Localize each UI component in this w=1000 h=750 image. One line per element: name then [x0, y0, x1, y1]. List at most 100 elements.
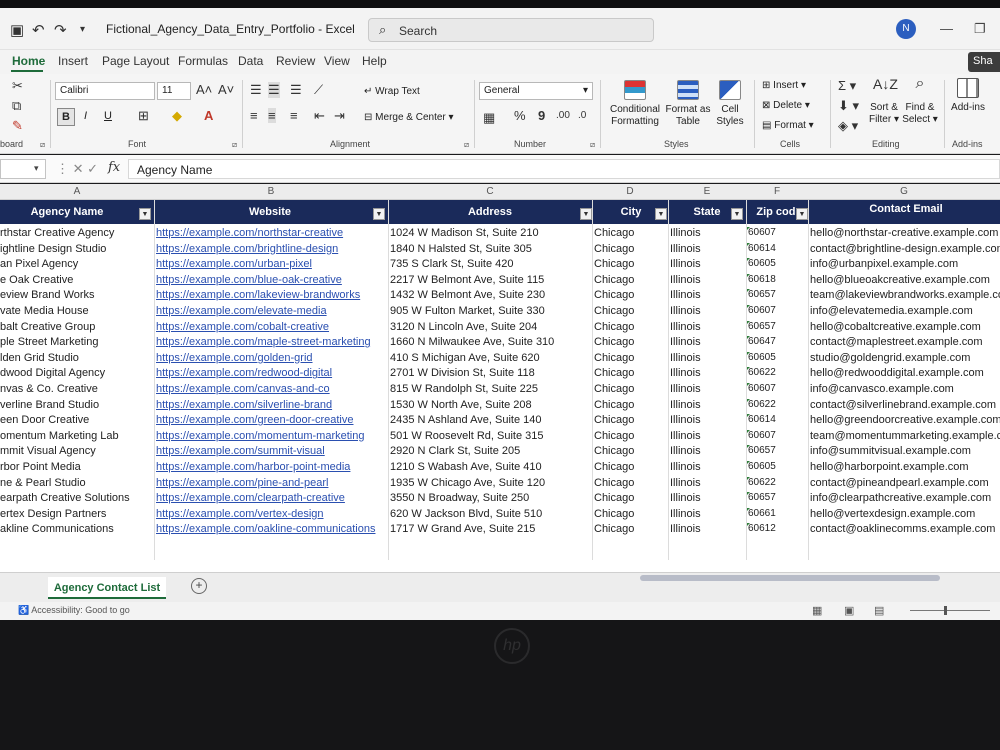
cell-state[interactable]: Illinois: [670, 336, 748, 348]
fill-color-icon[interactable]: ◆: [172, 108, 182, 124]
share-button[interactable]: Sha: [968, 52, 1000, 72]
bold-button[interactable]: B: [57, 108, 75, 126]
column-header-c[interactable]: C: [388, 186, 592, 197]
add-sheet-icon[interactable]: +: [191, 578, 207, 594]
search-input[interactable]: ⌕ Search: [368, 18, 654, 42]
cell-zip-code[interactable]: 60622: [748, 399, 810, 410]
cell-contact-email[interactable]: hello@vertexdesign.example.com: [810, 508, 1000, 520]
clipboard-launcher-icon[interactable]: ⧄: [40, 140, 45, 150]
cell-city[interactable]: Chicago: [594, 477, 670, 489]
increase-indent-icon[interactable]: ⇥: [334, 108, 345, 124]
cell-agency-name[interactable]: verline Brand Studio: [0, 399, 152, 411]
cell-agency-name[interactable]: vate Media House: [0, 305, 152, 317]
cell-address[interactable]: 905 W Fulton Market, Suite 330: [390, 305, 594, 317]
undo-icon[interactable]: ↶: [32, 21, 45, 39]
cell-state[interactable]: Illinois: [670, 492, 748, 504]
number-launcher-icon[interactable]: ⧄: [590, 140, 595, 150]
tab-page-layout[interactable]: Page Layout: [102, 54, 169, 68]
cell-city[interactable]: Chicago: [594, 508, 670, 520]
chevron-down-icon[interactable]: ▾: [34, 163, 39, 174]
column-header-e[interactable]: E: [668, 186, 746, 197]
cell-state[interactable]: Illinois: [670, 274, 748, 286]
align-middle-icon[interactable]: ☰: [268, 82, 280, 98]
cell-contact-email[interactable]: contact@brightline-design.example.com: [810, 243, 1000, 255]
conditional-formatting-button[interactable]: Conditional Formatting: [606, 80, 664, 128]
cell-address[interactable]: 1717 W Grand Ave, Suite 215: [390, 523, 594, 535]
cell-contact-email[interactable]: info@clearpathcreative.example.com: [810, 492, 1000, 504]
cell-state[interactable]: Illinois: [670, 367, 748, 379]
customize-toolbar-icon[interactable]: ▾: [80, 24, 85, 35]
cell-agency-name[interactable]: nvas & Co. Creative: [0, 383, 152, 395]
cell-zip-code[interactable]: 60657: [748, 289, 810, 300]
cell-city[interactable]: Chicago: [594, 445, 670, 457]
align-top-icon[interactable]: ☰: [250, 82, 262, 98]
cell-state[interactable]: Illinois: [670, 477, 748, 489]
cell-address[interactable]: 620 W Jackson Blvd, Suite 510: [390, 508, 594, 520]
tab-insert[interactable]: Insert: [58, 54, 88, 68]
cell-contact-email[interactable]: team@lakeviewbrandworks.example.co: [810, 289, 1000, 301]
alignment-launcher-icon[interactable]: ⧄: [464, 140, 469, 150]
column-header-f[interactable]: F: [746, 186, 808, 197]
cell-address[interactable]: 501 W Roosevelt Rd, Suite 315: [390, 430, 594, 442]
cell-zip-code[interactable]: 60657: [748, 321, 810, 332]
tab-review[interactable]: Review: [276, 54, 315, 68]
accounting-format-icon[interactable]: ▦: [483, 110, 495, 126]
add-ins-button[interactable]: Add-ins: [948, 78, 988, 114]
cell-contact-email[interactable]: hello@cobaltcreative.example.com: [810, 321, 1000, 333]
decrease-font-icon[interactable]: A˅: [218, 82, 234, 97]
tab-formulas[interactable]: Formulas: [178, 54, 228, 68]
cell-state[interactable]: Illinois: [670, 352, 748, 364]
cell-website[interactable]: https://example.com/silverline-brand: [156, 399, 390, 411]
cell-agency-name[interactable]: ple Street Marketing: [0, 336, 152, 348]
cell-zip-code[interactable]: 60607: [748, 227, 810, 238]
minimize-icon[interactable]: —: [940, 21, 953, 36]
filter-dropdown-icon[interactable]: ▼: [580, 208, 592, 220]
cell-city[interactable]: Chicago: [594, 383, 670, 395]
cell-state[interactable]: Illinois: [670, 445, 748, 457]
clear-icon[interactable]: ◈ ▾: [838, 118, 858, 134]
cell-state[interactable]: Illinois: [670, 383, 748, 395]
header-website[interactable]: Website: [156, 206, 384, 218]
cell-city[interactable]: Chicago: [594, 461, 670, 473]
cell-website[interactable]: https://example.com/harbor-point-media: [156, 461, 390, 473]
italic-button[interactable]: I: [84, 110, 87, 122]
cell-website[interactable]: https://example.com/oakline-communicatio…: [156, 523, 390, 535]
tab-home[interactable]: Home: [12, 54, 45, 68]
cell-agency-name[interactable]: earpath Creative Solutions: [0, 492, 152, 504]
font-size-select[interactable]: 11: [157, 82, 191, 100]
cell-website[interactable]: https://example.com/clearpath-creative: [156, 492, 390, 504]
cell-zip-code[interactable]: 60605: [748, 461, 810, 472]
cell-website[interactable]: https://example.com/blue-oak-creative: [156, 274, 390, 286]
cell-website[interactable]: https://example.com/redwood-digital: [156, 367, 390, 379]
cell-state[interactable]: Illinois: [670, 461, 748, 473]
cell-contact-email[interactable]: hello@redwooddigital.example.com: [810, 367, 1000, 379]
name-box[interactable]: [0, 159, 46, 179]
cell-city[interactable]: Chicago: [594, 352, 670, 364]
header-agency-name[interactable]: Agency Name: [0, 206, 134, 218]
cell-contact-email[interactable]: info@elevatemedia.example.com: [810, 305, 1000, 317]
cell-website[interactable]: https://example.com/urban-pixel: [156, 258, 390, 270]
cell-contact-email[interactable]: team@momentummarketing.example.c: [810, 430, 1000, 442]
header-contact-email[interactable]: Contact Email: [812, 203, 1000, 215]
cell-state[interactable]: Illinois: [670, 305, 748, 317]
cell-website[interactable]: https://example.com/pine-and-pearl: [156, 477, 390, 489]
cell-zip-code[interactable]: 60614: [748, 243, 810, 254]
cell-zip-code[interactable]: 60622: [748, 367, 810, 378]
cancel-confirm-icons[interactable]: ⋮ ✕ ✓: [56, 161, 98, 177]
cell-city[interactable]: Chicago: [594, 321, 670, 333]
cell-state[interactable]: Illinois: [670, 258, 748, 270]
cell-address[interactable]: 1840 N Halsted St, Suite 305: [390, 243, 594, 255]
cut-icon[interactable]: ✂: [12, 78, 23, 94]
cell-agency-name[interactable]: ertex Design Partners: [0, 508, 152, 520]
cell-zip-code[interactable]: 60661: [748, 508, 810, 519]
insert-cells-button[interactable]: ⊞ Insert ▾: [762, 80, 806, 91]
cell-contact-email[interactable]: hello@northstar-creative.example.com: [810, 227, 1000, 239]
cell-agency-name[interactable]: omentum Marketing Lab: [0, 430, 152, 442]
cell-city[interactable]: Chicago: [594, 274, 670, 286]
zoom-slider[interactable]: [910, 610, 990, 611]
cell-address[interactable]: 2701 W Division St, Suite 118: [390, 367, 594, 379]
cell-address[interactable]: 1432 W Belmont Ave, Suite 230: [390, 289, 594, 301]
cell-city[interactable]: Chicago: [594, 430, 670, 442]
align-bottom-icon[interactable]: ☰: [290, 82, 302, 98]
cell-contact-email[interactable]: contact@pineandpearl.example.com: [810, 477, 1000, 489]
